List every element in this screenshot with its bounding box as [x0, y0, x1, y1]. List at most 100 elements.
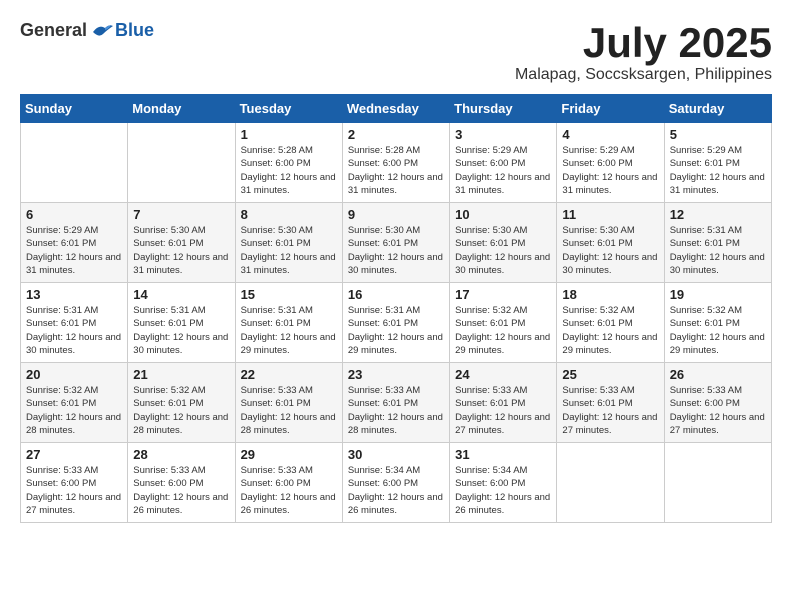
calendar-day-cell: 25Sunrise: 5:33 AM Sunset: 6:01 PM Dayli…	[557, 363, 664, 443]
calendar-day-cell: 4 Sunrise: 5:29 AM Sunset: 6:00 PM Daylig…	[557, 123, 664, 203]
calendar-day-cell: 31 Sunrise: 5:34 AM Sunset: 6:00 PM Dayli…	[450, 443, 557, 523]
calendar-day-cell: 18Sunrise: 5:32 AM Sunset: 6:01 PM Dayli…	[557, 283, 664, 363]
day-info: Sunrise: 5:33 AM Sunset: 6:01 PM Dayligh…	[241, 384, 337, 437]
day-number: 10	[455, 207, 551, 222]
day-info: Sunrise: 5:31 AM Sunset: 6:01 PM Dayligh…	[26, 304, 122, 357]
calendar-day-cell: 28 Sunrise: 5:33 AM Sunset: 6:00 PM Dayli…	[128, 443, 235, 523]
day-number: 20	[26, 367, 122, 382]
day-number: 22	[241, 367, 337, 382]
day-number: 14	[133, 287, 229, 302]
calendar-day-cell: 23 Sunrise: 5:33 AM Sunset: 6:01 PM Dayli…	[342, 363, 449, 443]
calendar-day-cell: 16 Sunrise: 5:31 AM Sunset: 6:01 PM Dayli…	[342, 283, 449, 363]
day-number: 28	[133, 447, 229, 462]
day-info: Sunrise: 5:33 AM Sunset: 6:01 PM Dayligh…	[348, 384, 444, 437]
day-info: Sunrise: 5:34 AM Sunset: 6:00 PM Dayligh…	[348, 464, 444, 517]
day-info: Sunrise: 5:33 AM Sunset: 6:00 PM Dayligh…	[133, 464, 229, 517]
weekday-header: Saturday	[664, 95, 771, 123]
day-info: Sunrise: 5:33 AM Sunset: 6:00 PM Dayligh…	[26, 464, 122, 517]
calendar-day-cell: 3 Sunrise: 5:29 AM Sunset: 6:00 PM Daylig…	[450, 123, 557, 203]
calendar-day-cell: 9 Sunrise: 5:30 AM Sunset: 6:01 PM Daylig…	[342, 203, 449, 283]
weekday-header: Friday	[557, 95, 664, 123]
day-number: 9	[348, 207, 444, 222]
calendar-day-cell: 13 Sunrise: 5:31 AM Sunset: 6:01 PM Dayli…	[21, 283, 128, 363]
day-number: 19	[670, 287, 766, 302]
calendar-day-cell: 6Sunrise: 5:29 AM Sunset: 6:01 PM Daylig…	[21, 203, 128, 283]
calendar-day-cell: 17Sunrise: 5:32 AM Sunset: 6:01 PM Dayli…	[450, 283, 557, 363]
calendar-day-cell: 8 Sunrise: 5:30 AM Sunset: 6:01 PM Daylig…	[235, 203, 342, 283]
day-info: Sunrise: 5:30 AM Sunset: 6:01 PM Dayligh…	[455, 224, 551, 277]
calendar-day-cell: 27 Sunrise: 5:33 AM Sunset: 6:00 PM Dayli…	[21, 443, 128, 523]
day-info: Sunrise: 5:29 AM Sunset: 6:01 PM Dayligh…	[26, 224, 122, 277]
day-info: Sunrise: 5:31 AM Sunset: 6:01 PM Dayligh…	[348, 304, 444, 357]
calendar-week-row: 13 Sunrise: 5:31 AM Sunset: 6:01 PM Dayli…	[21, 283, 772, 363]
day-info: Sunrise: 5:32 AM Sunset: 6:01 PM Dayligh…	[455, 304, 551, 357]
calendar-week-row: 6Sunrise: 5:29 AM Sunset: 6:01 PM Daylig…	[21, 203, 772, 283]
calendar-day-cell: 2Sunrise: 5:28 AM Sunset: 6:00 PM Daylig…	[342, 123, 449, 203]
day-info: Sunrise: 5:28 AM Sunset: 6:00 PM Dayligh…	[348, 144, 444, 197]
day-number: 5	[670, 127, 766, 142]
day-number: 11	[562, 207, 658, 222]
calendar-day-cell	[557, 443, 664, 523]
day-number: 3	[455, 127, 551, 142]
day-number: 1	[241, 127, 337, 142]
day-number: 12	[670, 207, 766, 222]
location: Malapag, Soccsksargen, Philippines	[515, 66, 772, 84]
calendar-day-cell: 5 Sunrise: 5:29 AM Sunset: 6:01 PM Daylig…	[664, 123, 771, 203]
calendar-day-cell	[21, 123, 128, 203]
day-info: Sunrise: 5:29 AM Sunset: 6:00 PM Dayligh…	[562, 144, 658, 197]
logo-general-text: General	[20, 20, 87, 41]
day-info: Sunrise: 5:31 AM Sunset: 6:01 PM Dayligh…	[133, 304, 229, 357]
day-number: 16	[348, 287, 444, 302]
day-info: Sunrise: 5:30 AM Sunset: 6:01 PM Dayligh…	[348, 224, 444, 277]
day-info: Sunrise: 5:32 AM Sunset: 6:01 PM Dayligh…	[26, 384, 122, 437]
calendar-day-cell: 15Sunrise: 5:31 AM Sunset: 6:01 PM Dayli…	[235, 283, 342, 363]
calendar-week-row: 20 Sunrise: 5:32 AM Sunset: 6:01 PM Dayli…	[21, 363, 772, 443]
day-number: 4	[562, 127, 658, 142]
day-number: 21	[133, 367, 229, 382]
day-info: Sunrise: 5:28 AM Sunset: 6:00 PM Dayligh…	[241, 144, 337, 197]
day-info: Sunrise: 5:31 AM Sunset: 6:01 PM Dayligh…	[670, 224, 766, 277]
day-info: Sunrise: 5:30 AM Sunset: 6:01 PM Dayligh…	[562, 224, 658, 277]
day-number: 7	[133, 207, 229, 222]
month-title: July 2025	[515, 20, 772, 66]
day-number: 8	[241, 207, 337, 222]
day-info: Sunrise: 5:29 AM Sunset: 6:01 PM Dayligh…	[670, 144, 766, 197]
day-info: Sunrise: 5:29 AM Sunset: 6:00 PM Dayligh…	[455, 144, 551, 197]
weekday-header: Sunday	[21, 95, 128, 123]
calendar-day-cell: 7Sunrise: 5:30 AM Sunset: 6:01 PM Daylig…	[128, 203, 235, 283]
day-number: 29	[241, 447, 337, 462]
logo-bird-icon	[91, 22, 113, 40]
title-area: July 2025 Malapag, Soccsksargen, Philipp…	[515, 20, 772, 84]
calendar-day-cell: 10 Sunrise: 5:30 AM Sunset: 6:01 PM Dayli…	[450, 203, 557, 283]
day-info: Sunrise: 5:34 AM Sunset: 6:00 PM Dayligh…	[455, 464, 551, 517]
day-number: 27	[26, 447, 122, 462]
logo: General Blue	[20, 20, 154, 41]
day-number: 23	[348, 367, 444, 382]
day-number: 18	[562, 287, 658, 302]
calendar-day-cell	[128, 123, 235, 203]
logo-blue-text: Blue	[115, 20, 154, 41]
day-number: 26	[670, 367, 766, 382]
day-info: Sunrise: 5:32 AM Sunset: 6:01 PM Dayligh…	[670, 304, 766, 357]
weekday-header: Monday	[128, 95, 235, 123]
calendar-day-cell: 22 Sunrise: 5:33 AM Sunset: 6:01 PM Dayli…	[235, 363, 342, 443]
calendar-day-cell: 29 Sunrise: 5:33 AM Sunset: 6:00 PM Dayli…	[235, 443, 342, 523]
day-number: 31	[455, 447, 551, 462]
calendar-day-cell: 24Sunrise: 5:33 AM Sunset: 6:01 PM Dayli…	[450, 363, 557, 443]
day-number: 13	[26, 287, 122, 302]
calendar-week-row: 27 Sunrise: 5:33 AM Sunset: 6:00 PM Dayli…	[21, 443, 772, 523]
day-info: Sunrise: 5:33 AM Sunset: 6:00 PM Dayligh…	[241, 464, 337, 517]
calendar-day-cell: 1 Sunrise: 5:28 AM Sunset: 6:00 PM Daylig…	[235, 123, 342, 203]
day-number: 15	[241, 287, 337, 302]
weekday-header: Wednesday	[342, 95, 449, 123]
calendar-week-row: 1 Sunrise: 5:28 AM Sunset: 6:00 PM Daylig…	[21, 123, 772, 203]
calendar-day-cell: 21Sunrise: 5:32 AM Sunset: 6:01 PM Dayli…	[128, 363, 235, 443]
page-header: General Blue July 2025 Malapag, Soccsksa…	[20, 20, 772, 84]
calendar-day-cell: 30 Sunrise: 5:34 AM Sunset: 6:00 PM Dayli…	[342, 443, 449, 523]
calendar-day-cell: 20 Sunrise: 5:32 AM Sunset: 6:01 PM Dayli…	[21, 363, 128, 443]
day-number: 25	[562, 367, 658, 382]
day-number: 30	[348, 447, 444, 462]
calendar-table: SundayMondayTuesdayWednesdayThursdayFrid…	[20, 94, 772, 523]
calendar-day-cell: 12 Sunrise: 5:31 AM Sunset: 6:01 PM Dayli…	[664, 203, 771, 283]
day-info: Sunrise: 5:30 AM Sunset: 6:01 PM Dayligh…	[241, 224, 337, 277]
